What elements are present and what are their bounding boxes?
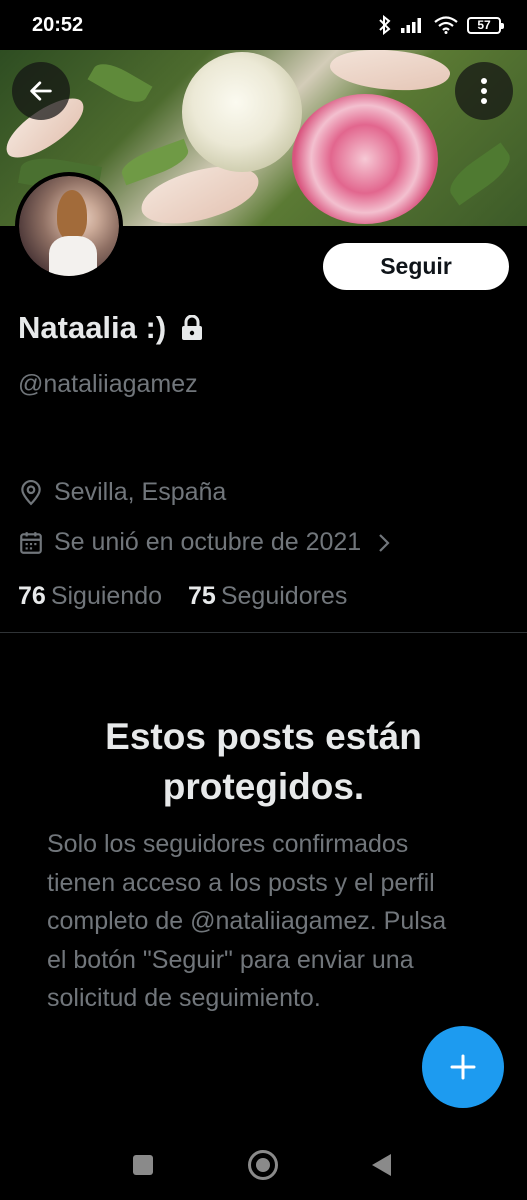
system-back-button[interactable] bbox=[372, 1154, 391, 1176]
joined-row[interactable]: Se unió en octubre de 2021 bbox=[18, 528, 393, 557]
lock-icon bbox=[182, 315, 203, 340]
plus-icon bbox=[450, 1054, 476, 1080]
followers-stat[interactable]: 75 Seguidores bbox=[188, 582, 347, 611]
recent-apps-button[interactable] bbox=[133, 1155, 153, 1175]
profile-handle: @nataliiagamez bbox=[18, 370, 198, 398]
status-bar: 20:52 57 bbox=[0, 0, 527, 50]
arrow-left-icon bbox=[30, 81, 52, 101]
back-button[interactable] bbox=[12, 62, 70, 120]
more-vertical-icon bbox=[481, 78, 487, 104]
location-row: Sevilla, España bbox=[18, 478, 226, 507]
battery-indicator: 57 bbox=[467, 16, 504, 34]
chevron-right-icon bbox=[379, 533, 390, 552]
following-label: Siguiendo bbox=[50, 582, 163, 610]
banner-white-rose bbox=[182, 52, 302, 172]
wifi-icon bbox=[434, 16, 458, 34]
compose-button[interactable] bbox=[422, 1026, 504, 1108]
display-name: Nataalia :) bbox=[18, 310, 167, 345]
follow-stats: 76 Siguiendo 75 Seguidores bbox=[18, 582, 347, 611]
banner-lily bbox=[327, 50, 453, 99]
avatar-shirt bbox=[49, 236, 97, 276]
following-count: 76 bbox=[18, 582, 46, 610]
system-navigation-bar bbox=[0, 1130, 527, 1200]
home-button[interactable] bbox=[248, 1150, 278, 1180]
following-stat[interactable]: 76 Siguiendo bbox=[18, 582, 162, 611]
followers-label: Seguidores bbox=[220, 582, 348, 610]
signal-icon bbox=[401, 18, 421, 33]
more-options-button[interactable] bbox=[455, 62, 513, 120]
joined-text: Se unió en octubre de 2021 bbox=[54, 528, 362, 556]
display-name-row: Nataalia :) bbox=[18, 310, 204, 346]
follow-button[interactable]: Seguir bbox=[323, 243, 509, 290]
divider bbox=[0, 632, 527, 633]
banner-leaf bbox=[443, 142, 517, 206]
calendar-icon bbox=[20, 531, 42, 554]
banner-leaf bbox=[87, 56, 153, 110]
banner-carnation bbox=[292, 94, 438, 224]
protected-description: Solo los seguidores confirmados tienen a… bbox=[47, 830, 447, 1012]
protected-title: Estos posts están protegidos. bbox=[105, 716, 422, 807]
battery-level: 57 bbox=[477, 18, 491, 32]
avatar-hair bbox=[57, 190, 87, 240]
status-icons: 57 bbox=[378, 15, 504, 35]
followers-count: 75 bbox=[188, 582, 216, 610]
profile-avatar[interactable] bbox=[15, 172, 123, 280]
status-time: 20:52 bbox=[32, 13, 84, 36]
avatar-image bbox=[19, 176, 119, 276]
location-pin-icon bbox=[21, 479, 41, 505]
location-text: Sevilla, España bbox=[54, 478, 227, 506]
bluetooth-icon bbox=[379, 15, 391, 35]
